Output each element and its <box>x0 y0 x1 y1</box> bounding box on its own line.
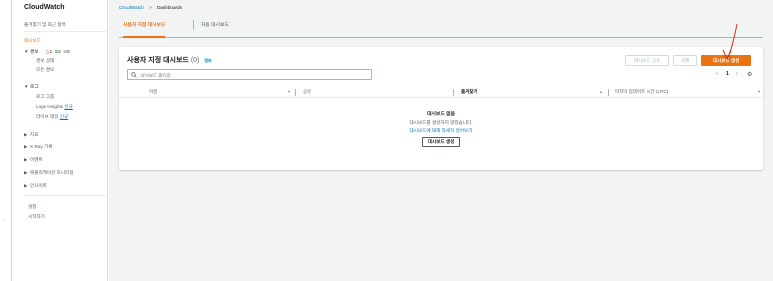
gear-icon[interactable]: ⚙ <box>747 71 752 78</box>
column-divider <box>295 89 296 96</box>
sidebar-item-label: X-Ray 기록 <box>30 144 53 149</box>
sidebar-item-log-groups[interactable]: 로그 그룹 <box>36 94 54 100</box>
column-divider <box>453 89 454 96</box>
sidebar-item-favorites[interactable]: 즐겨찾기 및 최근 항목 <box>24 22 66 28</box>
new-badge: 신규 <box>64 104 73 109</box>
column-header-name[interactable]: 이름 <box>149 89 157 95</box>
tab-divider <box>193 20 194 30</box>
search-input[interactable] <box>140 71 365 79</box>
rail-marker: ‹ <box>3 218 5 224</box>
info-link[interactable]: 정보 <box>204 58 211 63</box>
alarm-count-insufficient: 0 <box>67 49 70 54</box>
sidebar: CloudWatch ✕ 즐겨찾기 및 최근 항목 ▶ 대시보드 ▼경보 △1 … <box>12 0 129 281</box>
share-dashboard-button[interactable]: 대시보드 공유 <box>625 55 669 66</box>
sidebar-item-label: 즐겨찾기 및 최근 항목 <box>24 22 66 27</box>
main-content: CloudWatch > Dashboards 사용자 지정 대시보드 자동 대… <box>109 0 773 281</box>
sidebar-item-logs-insights[interactable]: Logs Insights 신규 <box>36 104 73 110</box>
chevron-right-icon: > <box>149 5 152 10</box>
left-rail: ‹ <box>0 0 12 281</box>
breadcrumb: CloudWatch > Dashboards <box>119 5 182 10</box>
sidebar-item-label: 애플리케이션 모니터링 <box>30 170 74 175</box>
create-dashboard-button[interactable]: 대시보드 생성 <box>701 55 751 66</box>
sidebar-item-label: 라이브 테일 <box>36 114 59 119</box>
sidebar-item-label: 로그 <box>30 84 39 89</box>
sidebar-item-label: 로그 그룹 <box>36 94 55 99</box>
tab-automatic-dashboards[interactable]: 자동 대시보드 <box>201 21 229 36</box>
column-header-favorites[interactable]: 즐겨찾기 <box>461 89 478 95</box>
panel-title-text: 사용자 지정 대시보드 <box>127 57 189 64</box>
search-box <box>127 69 372 80</box>
next-page-icon[interactable]: › <box>736 71 738 77</box>
sidebar-item-settings[interactable]: 설정 <box>28 204 36 210</box>
divider <box>24 31 112 32</box>
sort-down-icon[interactable]: ▼ <box>287 89 291 94</box>
sidebar-item-label: 인사이트 <box>30 183 47 188</box>
sidebar-item-logs[interactable]: ▼ 로그 <box>24 84 38 90</box>
sidebar-item-label: 모든 경보 <box>36 67 55 72</box>
empty-state: 대시보드 없음 대시보드를 생성하지 않았습니다. 대시보드에 대해 자세히 알… <box>119 111 763 147</box>
sidebar-item-dashboards[interactable]: 대시보드 <box>24 38 41 44</box>
alarm-count-in-alarm: 1 <box>49 49 53 54</box>
sort-down-icon[interactable]: ▼ <box>757 89 761 94</box>
sort-up-icon[interactable]: ▲ <box>599 89 603 94</box>
column-header-sharing[interactable]: 공유 <box>303 89 311 95</box>
tab-custom-dashboards[interactable]: 사용자 지정 대시보드 <box>123 21 166 38</box>
sidebar-item-label: 경보 <box>30 49 39 54</box>
sidebar-item-label: 설정 <box>28 204 37 209</box>
sidebar-item-alarm-state[interactable]: 경보 상태 <box>36 58 54 64</box>
breadcrumb-current: Dashboards <box>157 5 182 10</box>
empty-create-dashboard-button[interactable]: 대시보드 생성 <box>421 137 461 147</box>
empty-state-description: 대시보드를 생성하지 않았습니다. <box>409 120 473 125</box>
tab-bar: 사용자 지정 대시보드 자동 대시보드 <box>119 18 763 38</box>
sidebar-title: CloudWatch <box>24 4 65 11</box>
page-number[interactable]: 1 <box>726 71 729 77</box>
sidebar-item-label: 이벤트 <box>30 157 43 162</box>
sidebar-item-label: 지표 <box>30 132 39 137</box>
dashboard-count: (0) <box>190 57 200 64</box>
sidebar-item-metrics[interactable]: ▶ 지표 <box>24 132 38 138</box>
prev-page-icon[interactable]: ‹ <box>716 71 718 77</box>
sidebar-item-label: 경보 상태 <box>36 58 55 63</box>
sidebar-item-label: 시작하기 <box>28 214 45 219</box>
sidebar-item-label: Logs Insights <box>36 104 64 109</box>
panel-title: 사용자 지정 대시보드 (0) 정보 <box>127 55 212 65</box>
sidebar-item-live-tail[interactable]: 라이브 테일 신규 <box>36 114 68 120</box>
sidebar-item-application-monitoring[interactable]: ▶ 애플리케이션 모니터링 <box>24 170 74 176</box>
table-header: 이름 ▼ 공유 즐겨찾기 ▲ 마지막 업데이트 시간 (UTC) ▼ <box>119 88 763 98</box>
divider <box>24 195 112 196</box>
sidebar-item-xray[interactable]: ▶ X-Ray 기록 <box>24 144 53 150</box>
breadcrumb-root-link[interactable]: CloudWatch <box>119 5 144 10</box>
learn-more-link[interactable]: 대시보드에 대해 자세히 알아보기 <box>119 127 763 135</box>
dashboards-panel: 사용자 지정 대시보드 (0) 정보 대시보드 공유 삭제 대시보드 생성 ‹ … <box>119 47 763 170</box>
sidebar-item-events[interactable]: ▶ 이벤트 <box>24 157 43 163</box>
sidebar-item-alarms[interactable]: ▼ 경보 △1 ⊘2 ⊖0 <box>24 49 70 55</box>
sidebar-item-label: 대시보드 <box>24 38 41 43</box>
sidebar-item-all-alarms[interactable]: 모든 경보 <box>36 67 54 73</box>
sidebar-item-insights[interactable]: ▶ 인사이트 <box>24 183 47 189</box>
search-icon <box>131 71 137 78</box>
delete-button[interactable]: 삭제 <box>673 55 697 66</box>
column-divider <box>608 89 609 96</box>
sidebar-item-getting-started[interactable]: 시작하기 <box>28 214 45 220</box>
alarm-count-ok: 2 <box>58 49 61 54</box>
new-badge: 신규 <box>59 114 69 119</box>
column-header-last-updated[interactable]: 마지막 업데이트 시간 (UTC) <box>615 89 668 95</box>
empty-state-title: 대시보드 없음 <box>427 112 455 117</box>
